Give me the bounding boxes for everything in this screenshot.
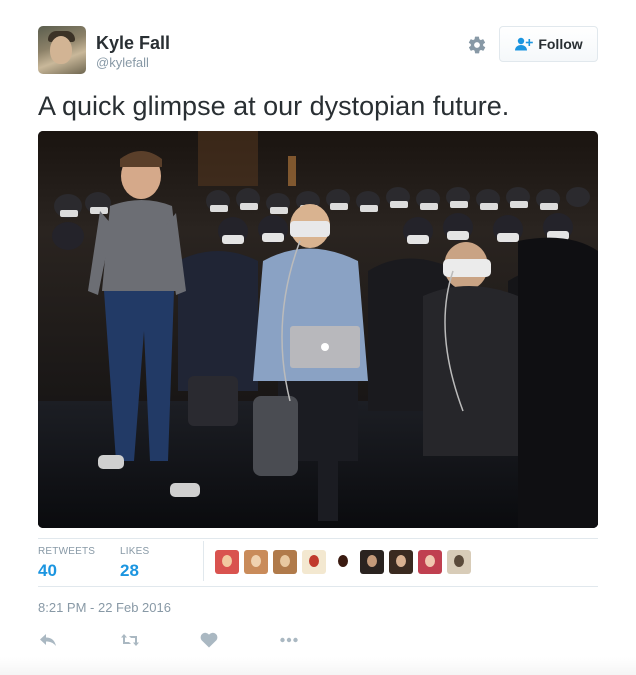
heart-icon[interactable] [199,630,219,650]
liker-avatar[interactable] [302,550,326,574]
more-icon[interactable] [279,630,299,650]
follow-button[interactable]: Follow [499,26,598,62]
likers-avatars [215,550,476,574]
liker-avatar[interactable] [215,550,239,574]
liker-face [425,555,435,567]
liker-avatar[interactable] [447,550,471,574]
liker-face [280,555,290,567]
liker-avatar[interactable] [389,550,413,574]
liker-face [338,555,348,567]
likes-label: LIKES [120,546,150,557]
user-name[interactable]: Kyle Fall [96,33,170,53]
tweet-timestamp[interactable]: 8:21 PM - 22 Feb 2016 [38,600,171,616]
liker-avatar[interactable] [244,550,268,574]
tweet-text: A quick glimpse at our dystopian future. [38,91,510,121]
tweet-photo[interactable] [38,131,598,528]
tweet-card: Kyle Fall @kylefall Follow A quick glimp… [0,0,636,675]
stats-separator [203,541,204,581]
follow-label: Follow [538,36,583,52]
retweets-stat[interactable]: RETWEETS 40 [38,546,95,582]
liker-avatar[interactable] [331,550,355,574]
liker-face [309,555,319,567]
retweets-count: 40 [38,561,57,580]
gear-icon[interactable] [467,35,487,55]
bottom-edge [0,657,636,675]
likes-stat[interactable]: LIKES 28 [120,546,149,582]
photo-crowd-vr-headsets [38,131,598,528]
liker-face [396,555,406,567]
reply-icon[interactable] [38,630,58,650]
divider-bottom [38,586,598,587]
divider-top [38,538,598,539]
liker-avatar[interactable] [273,550,297,574]
liker-face [222,555,232,567]
likes-count: 28 [120,561,139,580]
user-handle[interactable]: @kylefall [96,56,149,70]
retweet-icon[interactable] [120,630,140,650]
user-avatar[interactable] [38,26,86,74]
liker-face [454,555,464,567]
add-user-icon [515,37,534,51]
liker-avatar[interactable] [418,550,442,574]
avatar-face [50,36,72,64]
liker-avatar[interactable] [360,550,384,574]
retweets-label: RETWEETS [38,546,96,557]
liker-face [367,555,377,567]
liker-face [251,555,261,567]
